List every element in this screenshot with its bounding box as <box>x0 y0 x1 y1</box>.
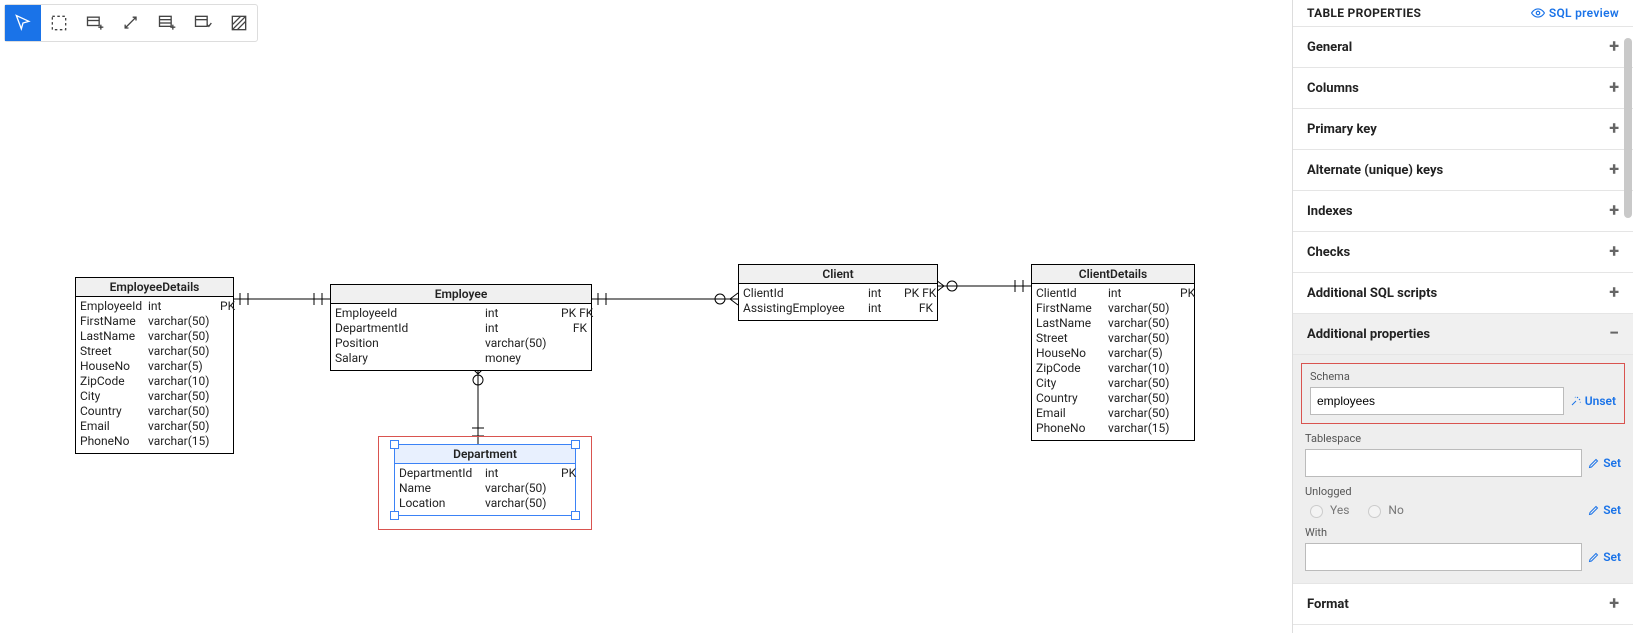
table-row: EmployeeIdintPK FK <box>335 306 587 321</box>
table-row: Emailvarchar(50) <box>80 419 229 434</box>
plus-icon: + <box>1609 161 1619 179</box>
table-row: Cityvarchar(50) <box>1036 376 1190 391</box>
plus-icon: + <box>1609 38 1619 56</box>
table-row: Namevarchar(50) <box>399 481 571 496</box>
table-title: Client <box>739 265 937 284</box>
pencil-icon <box>1588 504 1600 516</box>
unlogged-set-link[interactable]: Set <box>1588 503 1621 517</box>
section-checks[interactable]: Checks+ <box>1293 232 1633 273</box>
table-row: DepartmentIdintPK <box>399 466 571 481</box>
table-row: PhoneNovarchar(15) <box>1036 421 1190 436</box>
table-row: EmployeeIdintPK <box>80 299 229 314</box>
table-row: Cityvarchar(50) <box>80 389 229 404</box>
table-row: ZipCodevarchar(10) <box>1036 361 1190 376</box>
plus-icon: + <box>1609 79 1619 97</box>
table-row: LastNamevarchar(50) <box>1036 316 1190 331</box>
plus-icon: + <box>1609 284 1619 302</box>
tool-hatch[interactable] <box>221 5 257 41</box>
section-alternate-keys[interactable]: Alternate (unique) keys+ <box>1293 150 1633 191</box>
table-row: FirstNamevarchar(50) <box>1036 301 1190 316</box>
table-row: Streetvarchar(50) <box>1036 331 1190 346</box>
selection-wrapper: Department DepartmentIdintPKNamevarchar(… <box>378 444 560 516</box>
table-title: EmployeeDetails <box>76 278 233 297</box>
table-title: ClientDetails <box>1032 265 1194 284</box>
resize-handle-se[interactable] <box>571 511 580 520</box>
plus-icon: + <box>1609 202 1619 220</box>
pencil-icon <box>1588 457 1600 469</box>
table-row: ClientIdintPK FK <box>743 286 933 301</box>
wand-icon <box>1570 395 1582 407</box>
scrollbar-thumb[interactable] <box>1624 38 1632 218</box>
additional-properties-body: Schema Unset Tablespace <box>1293 355 1633 584</box>
table-title: Employee <box>331 285 591 304</box>
table-client[interactable]: Client ClientIdintPK FKAssistingEmployee… <box>738 264 938 321</box>
table-row: Countryvarchar(50) <box>80 404 229 419</box>
table-title: Department <box>395 445 575 464</box>
table-row: Locationvarchar(50) <box>399 496 571 511</box>
table-row: AssistingEmployeeintFK <box>743 301 933 316</box>
schema-input[interactable] <box>1310 387 1564 415</box>
section-additional-sql[interactable]: Additional SQL scripts+ <box>1293 273 1633 314</box>
table-row: ZipCodevarchar(10) <box>80 374 229 389</box>
with-set-link[interactable]: Set <box>1588 550 1621 564</box>
minus-icon: − <box>1609 325 1619 343</box>
section-columns[interactable]: Columns+ <box>1293 68 1633 109</box>
schema-unset-link[interactable]: Unset <box>1570 394 1616 408</box>
tablespace-label: Tablespace <box>1305 432 1621 445</box>
resize-handle-ne[interactable] <box>571 440 580 449</box>
unlogged-yes[interactable]: Yes <box>1305 502 1349 518</box>
section-primary-key[interactable]: Primary key+ <box>1293 109 1633 150</box>
with-label: With <box>1305 526 1621 539</box>
section-additional-properties[interactable]: Additional properties− <box>1293 314 1633 355</box>
tool-pointer[interactable] <box>5 5 41 41</box>
section-indexes[interactable]: Indexes+ <box>1293 191 1633 232</box>
table-department[interactable]: Department DepartmentIdintPKNamevarchar(… <box>394 444 576 516</box>
section-format[interactable]: Format+ <box>1293 584 1633 625</box>
resize-handle-sw[interactable] <box>390 511 399 520</box>
panel-title: TABLE PROPERTIES <box>1307 6 1421 20</box>
unlogged-label: Unlogged <box>1305 485 1621 498</box>
properties-panel: TABLE PROPERTIES SQL preview General+ Co… <box>1292 0 1633 633</box>
table-row: Positionvarchar(50) <box>335 336 587 351</box>
tool-add-row[interactable] <box>149 5 185 41</box>
tool-checkbox-table[interactable] <box>185 5 221 41</box>
table-row: HouseNovarchar(5) <box>1036 346 1190 361</box>
table-row: HouseNovarchar(5) <box>80 359 229 374</box>
tablespace-input[interactable] <box>1305 449 1582 477</box>
table-employee[interactable]: Employee EmployeeIdintPK FKDepartmentIdi… <box>330 284 592 371</box>
plus-icon: + <box>1609 243 1619 261</box>
unlogged-no[interactable]: No <box>1363 502 1403 518</box>
pencil-icon <box>1588 551 1600 563</box>
table-row: PhoneNovarchar(15) <box>80 434 229 449</box>
sql-preview-link[interactable]: SQL preview <box>1531 6 1619 20</box>
table-employee-details[interactable]: EmployeeDetails EmployeeIdintPKFirstName… <box>75 277 234 454</box>
table-row: LastNamevarchar(50) <box>80 329 229 344</box>
table-row: ClientIdintPK <box>1036 286 1190 301</box>
table-client-details[interactable]: ClientDetails ClientIdintPKFirstNamevarc… <box>1031 264 1195 441</box>
table-row: FirstNamevarchar(50) <box>80 314 229 329</box>
table-row: Emailvarchar(50) <box>1036 406 1190 421</box>
toolbar <box>4 4 258 42</box>
table-row: Countryvarchar(50) <box>1036 391 1190 406</box>
table-row: Salarymoney <box>335 351 587 366</box>
resize-handle-nw[interactable] <box>390 440 399 449</box>
tool-marquee[interactable] <box>41 5 77 41</box>
schema-label: Schema <box>1310 370 1616 383</box>
schema-highlight: Schema Unset <box>1301 363 1625 424</box>
tool-new-table[interactable] <box>77 5 113 41</box>
sql-preview-label: SQL preview <box>1549 6 1619 20</box>
table-row: DepartmentIdintFK <box>335 321 587 336</box>
tablespace-set-link[interactable]: Set <box>1588 456 1621 470</box>
plus-icon: + <box>1609 120 1619 138</box>
table-row: Streetvarchar(50) <box>80 344 229 359</box>
with-input[interactable] <box>1305 543 1582 571</box>
section-general[interactable]: General+ <box>1293 27 1633 68</box>
eye-icon <box>1531 6 1545 20</box>
er-canvas[interactable]: EmployeeDetails EmployeeIdintPKFirstName… <box>0 0 1292 633</box>
plus-icon: + <box>1609 595 1619 613</box>
tool-relation[interactable] <box>113 5 149 41</box>
